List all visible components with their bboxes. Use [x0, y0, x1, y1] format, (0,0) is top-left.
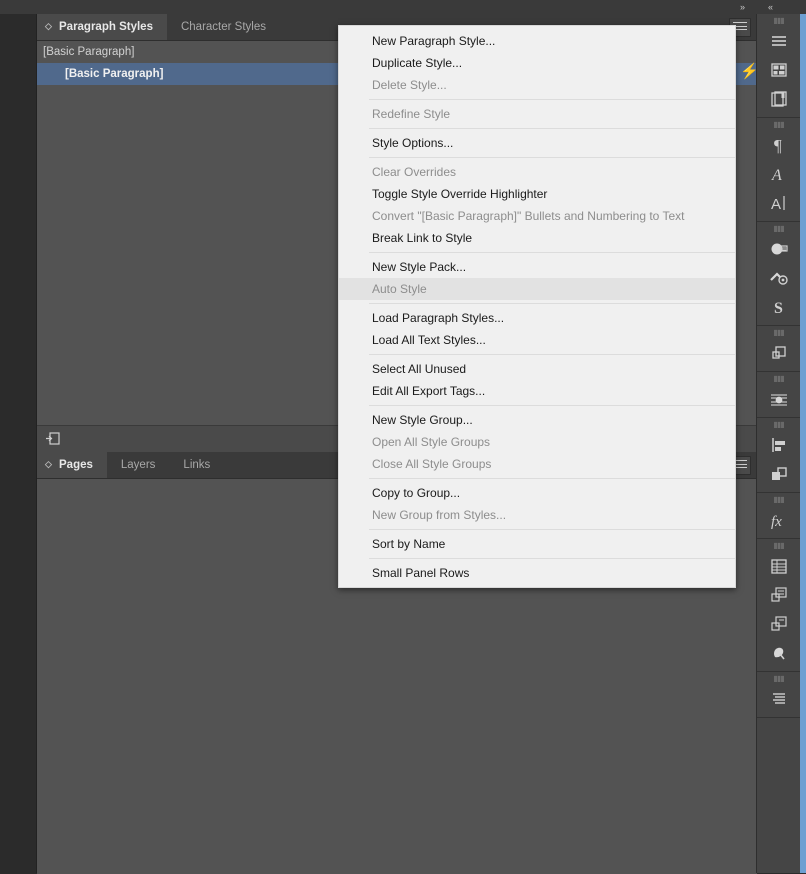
expand-panels-icon[interactable]: » — [740, 1, 745, 13]
tab-links[interactable]: Links — [169, 452, 225, 478]
menu-separator — [369, 405, 735, 406]
paragraph-styles-icon[interactable]: ¶ — [757, 130, 801, 159]
menu-separator — [369, 529, 735, 530]
menu-separator — [369, 303, 735, 304]
layers-icon[interactable] — [757, 459, 801, 488]
menu-separator — [369, 157, 735, 158]
tab-layers[interactable]: Layers — [106, 452, 170, 478]
rail-drag-handle[interactable]: ⦀⦀⦀ — [757, 14, 801, 26]
menu-item[interactable]: Load All Text Styles... — [339, 329, 735, 351]
menu-separator — [369, 558, 735, 559]
rail-group: ⦀⦀⦀ — [757, 672, 801, 718]
menu-item[interactable]: New Style Group... — [339, 409, 735, 431]
menu-separator — [369, 128, 735, 129]
rail-drag-handle[interactable]: ⦀⦀⦀ — [757, 493, 801, 505]
menu-item[interactable]: Duplicate Style... — [339, 52, 735, 74]
menu-separator — [369, 478, 735, 479]
new-style-icon[interactable] — [45, 431, 61, 447]
rail-drag-handle[interactable]: ⦀⦀⦀ — [757, 418, 801, 430]
menu-item[interactable]: Copy to Group... — [339, 482, 735, 504]
style-list-item-label: [Basic Paragraph] — [65, 68, 164, 80]
tab-paragraph-styles-label: Paragraph Styles — [59, 21, 153, 33]
rail-group: ⦀⦀⦀ — [757, 539, 801, 672]
tab-character-styles-label: Character Styles — [180, 21, 266, 33]
hyperlinks-icon[interactable] — [757, 638, 801, 667]
rail-group: ⦀⦀⦀ — [757, 14, 801, 118]
menu-item: Close All Style Groups — [372, 457, 492, 471]
menu-item: Delete Style... — [372, 78, 447, 92]
rail-group: ⦀⦀⦀ S — [757, 222, 801, 326]
layout-grid-icon[interactable] — [757, 55, 801, 84]
gradient-icon[interactable]: S — [757, 292, 801, 321]
menu-item: Clear Overrides — [372, 165, 457, 179]
menu-separator — [369, 99, 735, 100]
table-icon[interactable] — [757, 551, 801, 580]
menu-item[interactable]: Break Link to Style — [339, 227, 735, 249]
menu-item: Open All Style Groups — [372, 435, 491, 449]
paragraph-align-icon[interactable] — [757, 684, 801, 713]
tab-paragraph-styles[interactable]: ◇ Paragraph Styles — [37, 14, 167, 40]
effects-stroke-icon[interactable] — [757, 384, 801, 413]
rail-group: ⦀⦀⦀ ¶ A A — [757, 118, 801, 222]
swatches-icon[interactable] — [757, 263, 801, 292]
book-pages-icon[interactable] — [757, 84, 801, 113]
tab-character-styles[interactable]: Character Styles — [166, 14, 280, 40]
menu-item: Convert "[Basic Paragraph]" Bullets and … — [372, 209, 685, 223]
menu-item[interactable]: New Paragraph Style... — [339, 30, 735, 52]
tab-layers-label: Layers — [120, 459, 156, 471]
effects-fx-icon[interactable]: fx — [757, 505, 801, 534]
pages-panel-icon[interactable] — [757, 26, 801, 55]
svg-text:A: A — [771, 167, 782, 184]
tab-pages-label: Pages — [59, 459, 93, 471]
svg-text:¶: ¶ — [774, 136, 782, 155]
rail-group: ⦀⦀⦀ — [757, 326, 801, 372]
svg-text:A: A — [771, 196, 781, 213]
menu-separator — [369, 354, 735, 355]
rail-drag-handle[interactable]: ⦀⦀⦀ — [757, 539, 801, 551]
rail-group: ⦀⦀⦀ — [757, 372, 801, 418]
svg-text:S: S — [774, 300, 783, 317]
text-frame-icon[interactable]: A — [757, 188, 801, 217]
top-collapse-bar: » « — [0, 0, 806, 14]
menu-item[interactable]: Sort by Name — [339, 533, 735, 555]
menu-item[interactable]: New Style Pack... — [339, 256, 735, 278]
rail-drag-handle[interactable]: ⦀⦀⦀ — [757, 372, 801, 384]
collapse-panels-icon[interactable]: « — [768, 1, 773, 13]
menu-separator — [369, 252, 735, 253]
paragraph-styles-context-menu: New Paragraph Style... Duplicate Style...… — [338, 25, 736, 588]
tab-grip-icon: ◇ — [45, 459, 52, 469]
tab-links-label: Links — [183, 459, 211, 471]
window-edge-highlight — [800, 14, 806, 873]
lightning-bolt-icon[interactable]: ⚡ — [740, 62, 759, 82]
menu-item[interactable]: Small Panel Rows — [339, 562, 735, 584]
rail-drag-handle[interactable]: ⦀⦀⦀ — [757, 118, 801, 130]
character-styles-icon[interactable]: A — [757, 159, 801, 188]
tab-pages[interactable]: ◇ Pages — [37, 452, 107, 478]
rail-drag-handle[interactable]: ⦀⦀⦀ — [757, 672, 801, 684]
menu-item[interactable]: Toggle Style Override Highlighter — [339, 183, 735, 205]
menu-item[interactable]: Select All Unused — [339, 358, 735, 380]
collapsed-panel-rail: ⦀⦀⦀ ⦀⦀⦀ ¶ A A ⦀⦀⦀ S ⦀⦀⦀ ⦀⦀⦀ ⦀⦀⦀ ⦀⦀⦀ fx ⦀⦀⦀ ⦀⦀⦀ — [756, 14, 801, 873]
align-icon[interactable] — [757, 430, 801, 459]
menu-item: New Group from Styles... — [372, 508, 507, 522]
rail-drag-handle[interactable]: ⦀⦀⦀ — [757, 326, 801, 338]
menu-item[interactable]: Load Paragraph Styles... — [339, 307, 735, 329]
document-canvas[interactable] — [0, 14, 36, 873]
pathfinder-icon[interactable] — [757, 338, 801, 367]
rail-drag-handle[interactable]: ⦀⦀⦀ — [757, 222, 801, 234]
rail-group: ⦀⦀⦀ fx — [757, 493, 801, 539]
menu-item[interactable]: Edit All Export Tags... — [339, 380, 735, 402]
menu-item: Auto Style — [339, 278, 735, 300]
tab-grip-icon: ◇ — [45, 21, 52, 31]
svg-text:fx: fx — [771, 514, 782, 530]
cell-styles-icon[interactable] — [757, 609, 801, 638]
color-icon[interactable] — [757, 234, 801, 263]
object-styles-icon[interactable] — [757, 580, 801, 609]
menu-item: Redefine Style — [372, 107, 451, 121]
rail-group: ⦀⦀⦀ — [757, 418, 801, 493]
menu-item[interactable]: Style Options... — [339, 132, 735, 154]
